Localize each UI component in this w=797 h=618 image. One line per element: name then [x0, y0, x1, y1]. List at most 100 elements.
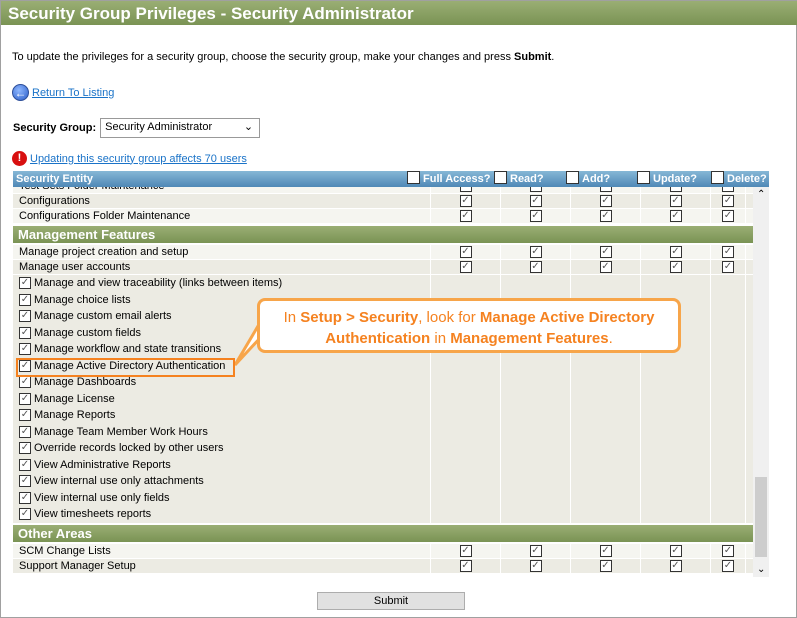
permission-checkbox[interactable]: ✓ [722, 210, 734, 222]
table-row: ✓ Override records locked by other users [13, 440, 753, 457]
permission-cell: ✓ [711, 194, 746, 208]
permission-checkbox[interactable]: ✓ [529, 559, 542, 572]
permission-cell: ✓ [711, 543, 746, 558]
permission-cell: ✓ [641, 209, 711, 223]
permission-cell: ✓ [431, 260, 501, 274]
scroll-thumb[interactable] [755, 477, 767, 557]
permission-checkbox[interactable]: ✓ [459, 261, 472, 273]
privilege-checkbox[interactable]: ✓ [19, 425, 31, 438]
entity-name: View internal use only fields [34, 491, 170, 504]
permission-cell: ✓ [571, 245, 641, 259]
permission-checkbox[interactable]: ✓ [599, 187, 612, 192]
privilege-checkbox[interactable]: ✓ [19, 458, 31, 471]
permission-checkbox[interactable]: ✓ [529, 195, 542, 207]
permission-cell: ✓ [501, 260, 571, 274]
back-arrow-icon: ← [12, 84, 29, 101]
submit-button[interactable]: Submit [317, 592, 465, 610]
col-add: Add? [582, 173, 611, 185]
permission-cell: ✓ [571, 187, 641, 193]
return-link[interactable]: Return To Listing [32, 87, 114, 99]
permission-checkbox[interactable]: ✓ [669, 246, 682, 258]
full-access-all-checkbox[interactable] [407, 171, 420, 184]
permission-checkbox[interactable]: ✓ [459, 246, 472, 258]
permission-checkbox[interactable]: ✓ [722, 559, 734, 572]
privilege-checkbox[interactable]: ✓ [19, 508, 31, 521]
permission-checkbox[interactable]: ✓ [599, 544, 612, 557]
permission-checkbox[interactable]: ✓ [459, 210, 472, 222]
section-management-features: Management Features [13, 226, 753, 243]
permission-checkbox[interactable]: ✓ [599, 246, 612, 258]
entity-name: Support Manager Setup [13, 558, 431, 573]
permission-cell: ✓ [431, 209, 501, 223]
permission-cell: ✓ [641, 543, 711, 558]
privilege-checkbox[interactable]: ✓ [19, 343, 31, 356]
permission-checkbox[interactable]: ✓ [599, 195, 612, 207]
permission-checkbox[interactable]: ✓ [529, 246, 542, 258]
permission-checkbox[interactable]: ✓ [722, 544, 734, 557]
privilege-checkbox[interactable]: ✓ [19, 326, 31, 339]
scroll-up-icon[interactable]: ⌃ [757, 189, 765, 200]
col-delete: Delete? [727, 173, 767, 185]
privilege-checkbox[interactable]: ✓ [19, 491, 31, 504]
privilege-checkbox[interactable]: ✓ [19, 442, 31, 455]
scrollbar[interactable]: ⌃ ⌄ [753, 187, 769, 577]
section-other-areas: Other Areas [13, 524, 753, 542]
permission-checkbox[interactable]: ✓ [669, 261, 682, 273]
entity-name: Override records locked by other users [34, 442, 224, 455]
permission-checkbox[interactable]: ✓ [599, 261, 612, 273]
permission-checkbox[interactable]: ✓ [722, 187, 734, 192]
permission-checkbox[interactable]: ✓ [669, 195, 682, 207]
permission-checkbox[interactable]: ✓ [459, 195, 472, 207]
permission-checkbox[interactable]: ✓ [529, 261, 542, 273]
entity-name: Manage project creation and setup [13, 245, 431, 259]
security-group-select[interactable]: Security Administrator ⌄ [100, 118, 261, 138]
return-to-listing[interactable]: ← Return To Listing [12, 84, 114, 101]
permission-checkbox[interactable]: ✓ [529, 210, 542, 222]
permission-cell: ✓ [431, 194, 501, 208]
permission-checkbox[interactable]: ✓ [459, 544, 472, 557]
add-all-checkbox[interactable] [566, 171, 579, 184]
permission-checkbox[interactable]: ✓ [669, 559, 682, 572]
permission-checkbox[interactable]: ✓ [529, 544, 542, 557]
scroll-down-icon[interactable]: ⌄ [757, 564, 765, 575]
permission-checkbox[interactable]: ✓ [669, 210, 682, 222]
privilege-checkbox[interactable]: ✓ [19, 293, 31, 306]
permission-cell: ✓ [641, 260, 711, 274]
table-row: ✓ Manage License [13, 390, 753, 407]
page-title: Security Group Privileges - Security Adm… [1, 1, 797, 25]
permission-checkbox[interactable]: ✓ [459, 559, 472, 572]
privilege-checkbox[interactable]: ✓ [19, 376, 31, 389]
permission-checkbox[interactable]: ✓ [459, 187, 472, 192]
entity-name: Manage custom fields [34, 326, 141, 339]
update-all-checkbox[interactable] [637, 171, 650, 184]
permission-checkbox[interactable]: ✓ [722, 195, 734, 207]
table-row: Manage user accounts ✓ ✓ ✓ ✓ ✓ [13, 260, 753, 275]
read-all-checkbox[interactable] [494, 171, 507, 184]
permission-checkbox[interactable]: ✓ [669, 187, 682, 192]
entity-name: Test Sets Folder Maintenance [13, 187, 431, 193]
permission-checkbox[interactable]: ✓ [722, 261, 734, 273]
entity-name: Manage Dashboards [34, 376, 137, 389]
permission-checkbox[interactable]: ✓ [599, 559, 612, 572]
delete-all-checkbox[interactable] [711, 171, 724, 184]
permission-checkbox[interactable]: ✓ [599, 210, 612, 222]
permission-checkbox[interactable]: ✓ [722, 246, 734, 258]
privilege-checkbox[interactable]: ✓ [19, 475, 31, 488]
permission-cell: ✓ [641, 194, 711, 208]
warning: ! Updating this security group affects 70… [12, 151, 247, 166]
affected-users-link[interactable]: Updating this security group affects 70 … [30, 153, 247, 165]
entity-name: Configurations [13, 194, 431, 208]
col-update: Update? [653, 173, 697, 185]
permission-checkbox[interactable]: ✓ [669, 544, 682, 557]
security-group-label: Security Group: [13, 122, 97, 134]
privilege-checkbox[interactable]: ✓ [19, 310, 31, 323]
table-row: SCM Change Lists ✓ ✓ ✓ ✓ ✓ [13, 543, 753, 559]
entity-name: Manage custom email alerts [34, 310, 172, 323]
permission-cell: ✓ [571, 194, 641, 208]
privilege-checkbox[interactable]: ✓ [19, 392, 31, 405]
permission-checkbox[interactable]: ✓ [529, 187, 542, 192]
privilege-checkbox[interactable]: ✓ [19, 277, 31, 290]
table-row: Configurations ✓ ✓ ✓ ✓ ✓ [13, 194, 753, 209]
privilege-checkbox[interactable]: ✓ [19, 409, 31, 422]
permission-cell: ✓ [431, 543, 501, 558]
